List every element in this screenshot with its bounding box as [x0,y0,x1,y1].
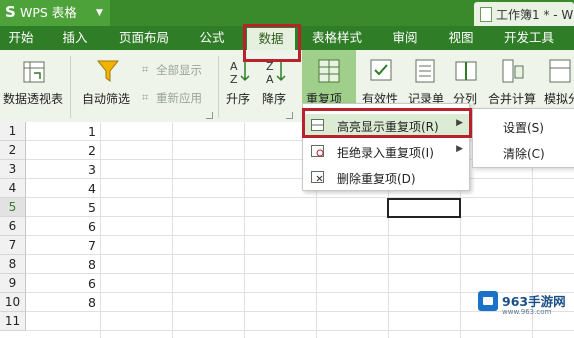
tab-view[interactable]: 视图 [440,26,482,50]
app-menu-button[interactable]: S WPS 表格 ▼ [0,0,110,26]
site-logo-icon [478,291,498,311]
sort-descending-icon: Z A [266,60,286,86]
tab-formulas[interactable]: 公式 [190,26,234,50]
row-header[interactable]: 3 [0,160,26,179]
filter-icon [96,60,120,82]
show-all-icon: ⌗ [142,62,149,76]
row-header[interactable]: 6 [0,217,26,236]
document-tab[interactable]: 工作簿1 * - W [474,2,574,26]
row-header[interactable]: 1 [0,122,26,141]
cell-value[interactable]: 3 [26,162,96,177]
cell-value[interactable]: 2 [26,143,96,158]
pivot-table-label: 数据透视表 [3,92,64,106]
chevron-right-icon: ▶ [456,144,463,154]
submenu-clear[interactable]: 清除(C) [503,145,545,162]
cell-value[interactable]: 6 [26,276,96,291]
delete-icon [311,171,324,183]
reject-duplicates-item[interactable]: 拒绝录入重复项(I) ▶ [303,140,469,164]
submenu-settings[interactable]: 设置(S) [503,119,544,136]
svg-text:Z: Z [230,73,238,86]
data-tab-annotation [243,24,301,62]
app-name: WPS 表格 [20,5,77,20]
reapply-button[interactable]: 重新应用 [156,90,202,106]
consolidate-label: 合并计算 [488,92,537,106]
row-header[interactable]: 9 [0,274,26,293]
row-header[interactable]: 4 [0,179,26,198]
svg-text:A: A [230,60,238,73]
show-all-button[interactable]: 全部显示 [156,62,202,78]
reapply-icon: ⌗ [142,90,149,104]
sort-ascending-label: 升序 [226,92,251,106]
highlight-annotation [302,108,472,138]
autofilter-label: 自动筛选 [82,92,131,106]
cell-value[interactable]: 8 [26,295,96,310]
tab-page-layout[interactable]: 页面布局 [112,26,176,50]
consolidate-icon [502,59,524,83]
tab-developer[interactable]: 开发工具 [496,26,562,50]
sort-ascending-icon: A Z [230,60,250,86]
pivot-table-button[interactable]: 数据透视表 [0,50,68,122]
svg-text:A: A [266,73,274,86]
cell-value[interactable]: 7 [26,238,96,253]
tab-home[interactable]: 开始 [0,26,42,50]
reject-icon [311,145,324,157]
cell-value[interactable]: 1 [26,124,96,139]
cell-value[interactable]: 6 [26,219,96,234]
split-columns-icon [455,61,477,81]
row-header[interactable]: 8 [0,255,26,274]
delete-duplicates-item[interactable]: 删除重复项(D) [303,166,469,190]
sort-descending-label: 降序 [262,92,287,106]
highlight-submenu: 设置(S) 清除(C) [472,108,574,168]
document-icon [480,7,492,22]
active-cell[interactable] [387,198,461,218]
row-header[interactable]: 10 [0,293,26,312]
record-form-icon [415,59,435,83]
duplicates-icon [318,59,340,83]
cell-value[interactable]: 5 [26,200,96,215]
cell-value[interactable]: 4 [26,181,96,196]
pivot-table-icon [23,61,45,83]
duplicates-button[interactable]: 重复项 [302,50,356,108]
watermark: 963手游网 www.963.com [478,289,574,319]
sort-group-launcher-icon[interactable] [286,112,293,119]
tab-table-style[interactable]: 表格样式 [305,26,369,50]
what-if-icon [549,59,571,83]
autofilter-button[interactable]: 自动筛选 [78,50,138,122]
row-header[interactable]: 5 [0,198,26,217]
wps-logo-icon: S [5,3,16,21]
tab-insert[interactable]: 插入 [54,26,96,50]
tab-review[interactable]: 审阅 [384,26,426,50]
validity-icon [370,59,392,81]
chevron-down-icon: ▼ [96,8,103,18]
row-header[interactable]: 2 [0,141,26,160]
row-header[interactable]: 11 [0,312,26,331]
what-if-label: 模拟分 [544,92,574,106]
row-header[interactable]: 7 [0,236,26,255]
filter-group-launcher-icon[interactable] [206,112,213,119]
cell-value[interactable]: 8 [26,257,96,272]
document-title: 工作簿1 * - W [496,8,574,22]
